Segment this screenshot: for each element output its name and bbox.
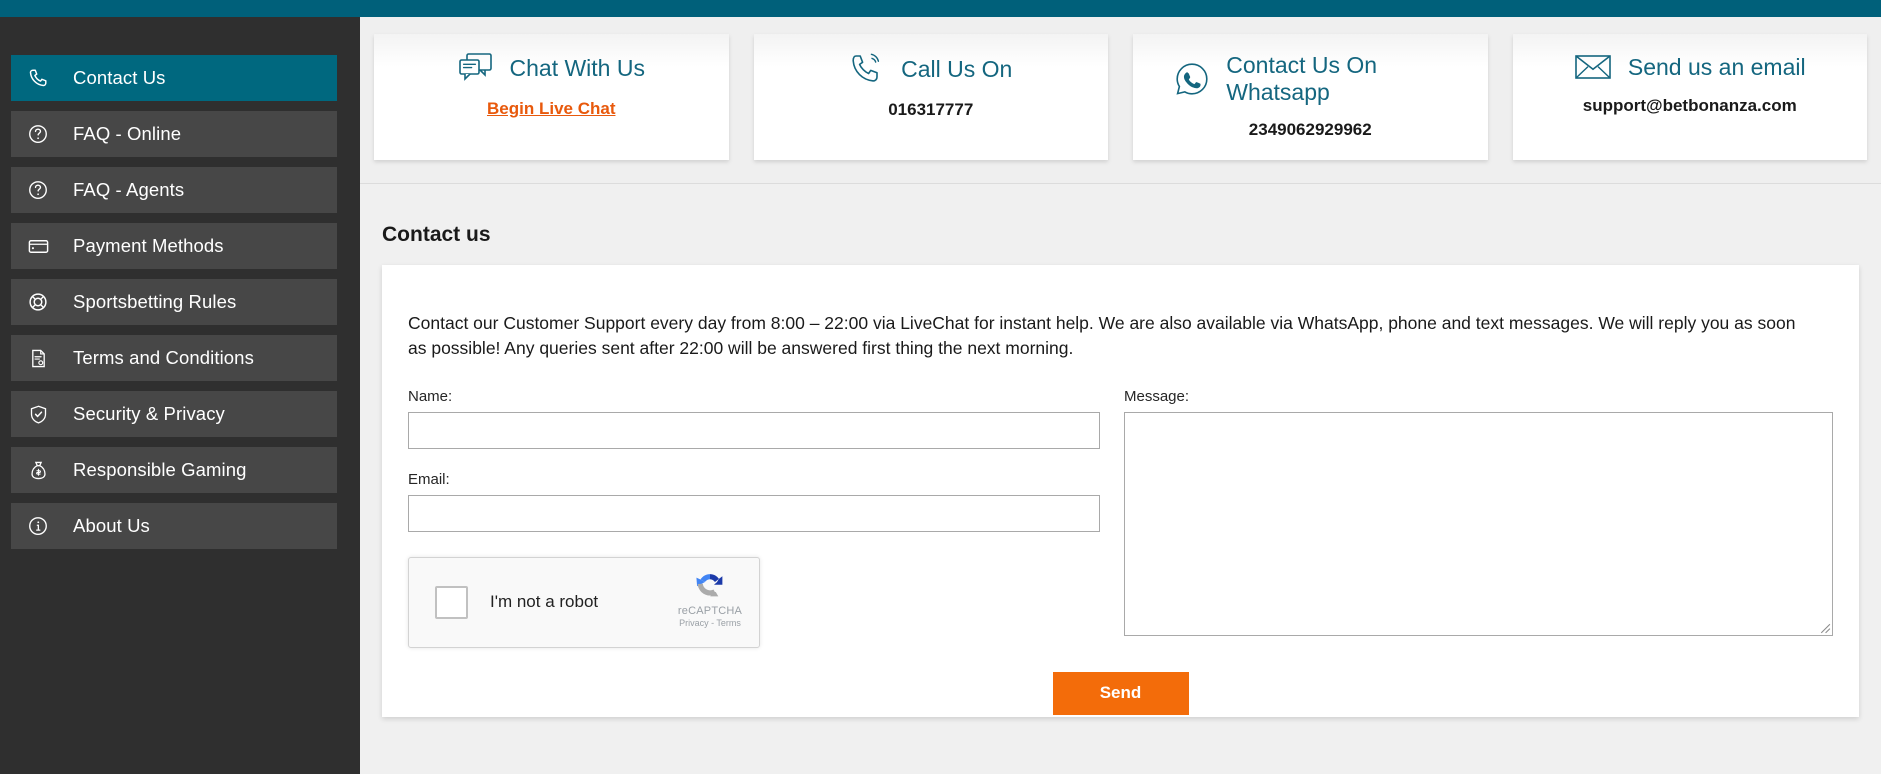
- sidebar-item-label: Terms and Conditions: [73, 347, 254, 368]
- lifebuoy-icon: [25, 289, 51, 315]
- sidebar-item-label: FAQ - Agents: [73, 179, 185, 200]
- card-chat-with-us[interactable]: Chat With Us Begin Live Chat: [374, 34, 729, 160]
- recaptcha-label: I'm not a robot: [490, 592, 599, 612]
- whatsapp-number: 2349062929962: [1248, 120, 1372, 139]
- email-input[interactable]: [408, 494, 1100, 532]
- phone-icon: [25, 65, 51, 91]
- form-left-column: Name: Email: I'm not a robot reCAPTCHA P…: [408, 388, 1100, 648]
- sidebar-item-label: Payment Methods: [73, 235, 224, 256]
- info-circle-icon: [25, 513, 51, 539]
- sidebar-item-payment-methods[interactable]: Payment Methods: [11, 223, 337, 269]
- sidebar-item-label: Sportsbetting Rules: [73, 291, 237, 312]
- contact-channel-cards: Chat With Us Begin Live Chat Call Us On …: [360, 17, 1881, 184]
- intro-paragraph: Contact our Customer Support every day f…: [408, 312, 1796, 358]
- recaptcha-legal-links[interactable]: Privacy - Terms: [672, 618, 748, 628]
- card-title: Contact Us On Whatsapp: [1226, 52, 1378, 105]
- chat-bubbles-icon: [458, 52, 494, 85]
- phone-ring-icon: [849, 52, 885, 86]
- begin-live-chat-link[interactable]: Begin Live Chat: [487, 99, 615, 119]
- sidebar-item-sportsbetting-rules[interactable]: Sportsbetting Rules: [11, 279, 337, 325]
- card-send-us-an-email[interactable]: Send us an email support@betbonanza.com: [1512, 34, 1867, 160]
- sidebar-item-label: About Us: [73, 515, 150, 536]
- sidebar-item-security-privacy[interactable]: Security & Privacy: [11, 391, 337, 437]
- sidebar-item-about-us[interactable]: About Us: [11, 503, 337, 549]
- credit-card-icon: [25, 233, 51, 259]
- sidebar-item-terms-and-conditions[interactable]: Terms and Conditions: [11, 335, 337, 381]
- recaptcha-checkbox[interactable]: [435, 585, 468, 619]
- sidebar-item-contact-us[interactable]: Contact Us: [11, 55, 337, 101]
- card-title: Call Us On: [901, 55, 1013, 82]
- question-circle-icon: [25, 121, 51, 147]
- recaptcha-widget[interactable]: I'm not a robot reCAPTCHA Privacy - Term…: [408, 556, 760, 648]
- card-title: Send us an email: [1627, 53, 1806, 80]
- sidebar-item-label: Responsible Gaming: [73, 459, 247, 480]
- recaptcha-branding: reCAPTCHA Privacy - Terms: [672, 567, 748, 628]
- send-button[interactable]: Send: [1052, 671, 1189, 715]
- sidebar: Contact Us FAQ - Online FAQ - Agents Pay…: [0, 17, 360, 774]
- name-label: Name:: [408, 387, 453, 405]
- question-circle-icon: [25, 177, 51, 203]
- sidebar-item-label: Contact Us: [73, 67, 166, 88]
- contact-form-panel: Contact our Customer Support every day f…: [382, 265, 1859, 718]
- shield-check-icon: [25, 401, 51, 427]
- whatsapp-icon: [1174, 61, 1210, 97]
- sidebar-item-responsible-gaming[interactable]: Responsible Gaming: [11, 447, 337, 493]
- main-content: Chat With Us Begin Live Chat Call Us On …: [360, 17, 1881, 774]
- sidebar-item-label: Security & Privacy: [73, 403, 225, 424]
- recaptcha-logo-icon: [696, 574, 723, 597]
- message-textarea[interactable]: [1124, 411, 1833, 636]
- sidebar-item-faq-agents[interactable]: FAQ - Agents: [11, 167, 337, 213]
- sidebar-item-label: FAQ - Online: [73, 123, 182, 144]
- email-label: Email:: [408, 470, 450, 488]
- card-title: Chat With Us: [509, 55, 645, 81]
- message-label: Message:: [1124, 387, 1190, 405]
- support-email: support@betbonanza.com: [1582, 96, 1797, 115]
- card-call-us-on[interactable]: Call Us On 016317777: [753, 34, 1108, 160]
- phone-number: 016317777: [888, 100, 974, 119]
- envelope-icon: [1574, 52, 1612, 82]
- form-right-column: Message:: [1124, 388, 1833, 648]
- sidebar-item-faq-online[interactable]: FAQ - Online: [11, 111, 337, 157]
- money-bag-icon: [25, 457, 51, 483]
- top-accent-bar: [0, 0, 1881, 17]
- document-icon: [25, 345, 51, 371]
- name-input[interactable]: [408, 411, 1100, 449]
- recaptcha-brand-name: reCAPTCHA: [677, 604, 743, 617]
- page-title: Contact us: [382, 223, 491, 247]
- card-contact-whatsapp[interactable]: Contact Us On Whatsapp 2349062929962: [1133, 34, 1488, 160]
